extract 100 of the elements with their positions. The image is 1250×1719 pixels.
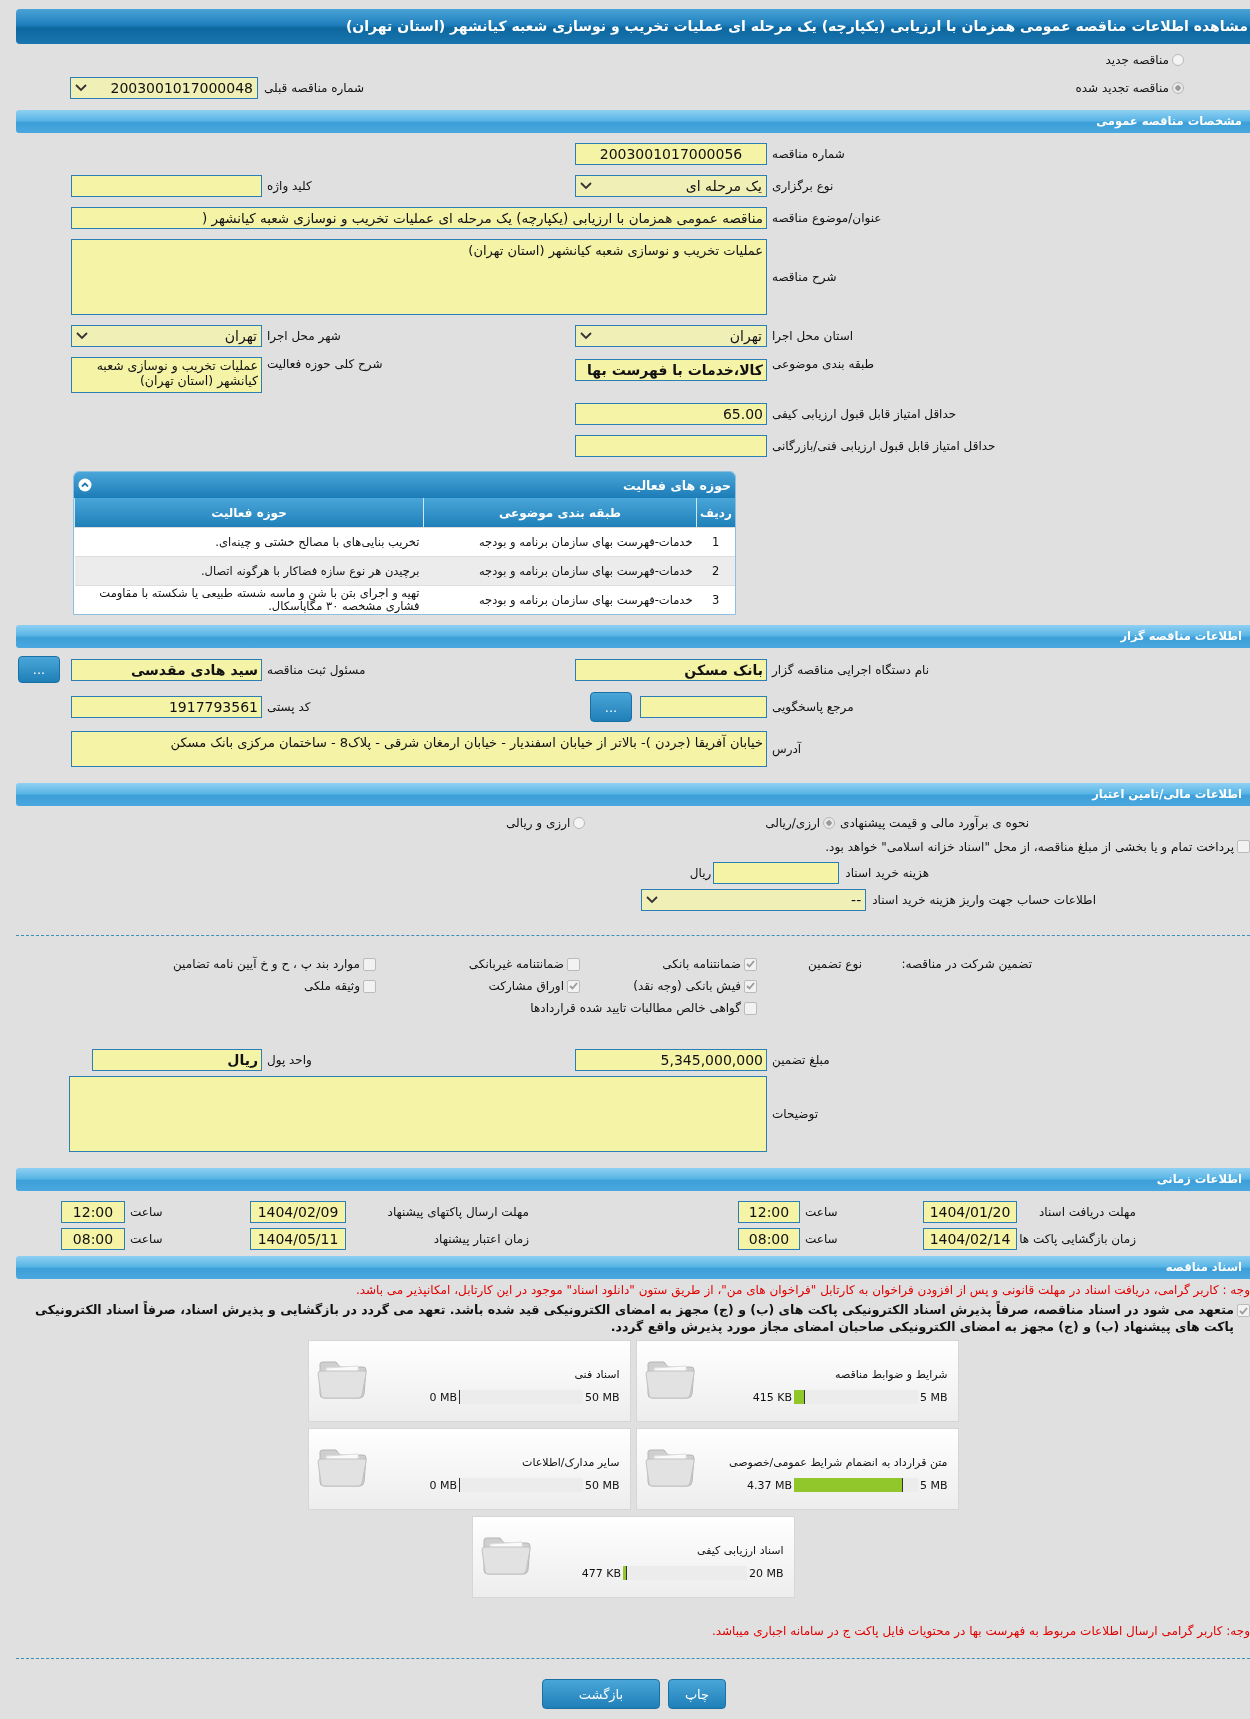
window-title: مشاهده اطلاعات مناقصه عمومی همزمان با ارزیابی (یکپارچه) یک مرحله ای عملیات تخریب و نوسازی شعبه کیانشهر (استان تهران)	[16, 9, 1250, 44]
back-button[interactable]: بازگشت	[542, 1679, 660, 1709]
radio-label: ارزی و ریالی	[506, 816, 571, 830]
text-field[interactable]	[713, 861, 840, 884]
text-field[interactable]: 1917793561	[71, 696, 262, 718]
checkbox[interactable]	[567, 957, 580, 971]
text-field[interactable]	[640, 696, 767, 718]
print-button[interactable]: چاپ	[668, 1679, 726, 1709]
text-field[interactable]: سید هادی مقدسی	[71, 658, 262, 681]
column-header: حوزه فعالیت	[74, 498, 424, 528]
checkbox-label: ضمانتنامه غیربانکی	[468, 957, 564, 971]
dropdown[interactable]: تهران	[71, 325, 262, 347]
file-title: متن قرارداد به انضمام شرایط عمومی/خصوصی	[729, 1456, 948, 1469]
checkbox[interactable]	[744, 1001, 757, 1015]
checkbox[interactable]	[1237, 840, 1250, 853]
radio-button[interactable]	[823, 817, 836, 829]
size-used: 4.37 MB	[746, 1478, 792, 1492]
field-label: مبلغ تضمین	[772, 1053, 830, 1067]
field-label: هزینه خرید اسناد	[845, 865, 929, 880]
field-label: حداقل امتیاز قابل قبول ارزیابی کیفی	[772, 407, 957, 421]
section-header: اطلاعات مالی/تامین اعتبار	[16, 783, 1250, 806]
field-label: مهلت ارسال پاکتهای پیشنهاد	[387, 1205, 529, 1219]
text-field[interactable]: 12:00	[61, 1201, 125, 1223]
text-field[interactable]: 12:00	[738, 1201, 800, 1223]
radio-button[interactable]	[1172, 54, 1184, 66]
size-used: 0 MB	[429, 1390, 457, 1404]
field-label: نوع برگزاری	[772, 179, 834, 193]
text-area[interactable]: عملیات تخریب و نوسازی شعبه کیانشهر (استان تهران)	[71, 239, 767, 315]
section-header: اسناد مناقصه	[16, 1256, 1250, 1279]
text-field[interactable]: 1404/01/20	[923, 1201, 1017, 1223]
checkbox[interactable]	[363, 957, 376, 971]
browse-button[interactable]: ...	[590, 692, 632, 722]
size-used: 0 MB	[429, 1478, 457, 1492]
field-label: استان محل اجرا	[772, 329, 854, 343]
text-field[interactable]: 1404/05/11	[250, 1228, 346, 1250]
text-area[interactable]	[69, 1076, 767, 1152]
dropdown[interactable]: --	[641, 888, 867, 911]
text-field[interactable]: کالا،خدمات با فهرست بها	[575, 359, 767, 381]
text-field[interactable]: 65.00	[575, 403, 767, 425]
section-header: مشخصات مناقصه عمومی	[16, 110, 1250, 133]
field-label: شماره مناقصه	[772, 147, 845, 161]
text-area[interactable]: عملیات تخریب و نوسازی شعبه کیانشهر (استان تهران)	[71, 357, 262, 393]
field-label: کلید واژه	[267, 179, 312, 193]
field-label: کد پستی	[267, 700, 311, 714]
file-title: شرایط و ضوابط مناقصه	[835, 1368, 948, 1381]
radio-label: ارزی/ریالی	[765, 816, 821, 830]
caret-icon	[580, 332, 592, 340]
field-label: مهلت دریافت اسناد	[1039, 1205, 1136, 1219]
text-field[interactable]: 1404/02/14	[923, 1228, 1017, 1250]
dropdown[interactable]: 2003001017000048	[70, 77, 258, 99]
text-field[interactable]: 08:00	[61, 1228, 125, 1250]
checkbox[interactable]	[1237, 1304, 1250, 1317]
table-cell: 2	[696, 556, 735, 586]
panel-title: حوزه های فعالیت	[623, 477, 731, 493]
radio-button[interactable]	[1172, 82, 1184, 94]
table-cell: تهیه و اجرای بتن با شن و ماسه شسته طبیعی یا شکسته با مقاومت فشاری مشخصه ۳۰ مگاپاسکال.	[74, 585, 424, 614]
size-limit: 50 MB	[584, 1390, 620, 1404]
size-used: 415 KB	[752, 1390, 792, 1404]
checkbox[interactable]	[567, 979, 580, 993]
field-label: حداقل امتیاز قابل قبول ارزیابی فنی/بازرگانی	[772, 439, 996, 453]
checkbox-label: گواهی خالص مطالبات تایید شده قراردادها	[530, 1001, 741, 1015]
text-field[interactable]: ریال	[92, 1049, 262, 1071]
checkbox[interactable]	[744, 979, 757, 993]
text-field[interactable]: 5,345,000,000	[575, 1049, 767, 1071]
file-title: سایر مدارک/اطلاعات	[522, 1456, 620, 1469]
browse-button[interactable]: ...	[18, 656, 60, 683]
dropdown[interactable]: تهران	[575, 325, 767, 347]
unit-label: ریال	[689, 865, 712, 880]
text-field[interactable]: 08:00	[738, 1228, 800, 1250]
checkbox[interactable]	[744, 957, 757, 971]
field-label: طبقه بندی موضوعی	[772, 357, 875, 371]
text-field[interactable]: مناقصه عمومی همزمان با ارزیابی (یکپارچه) یک مرحله ای عملیات تخریب و نوسازی شعبه کیانشهر (	[71, 207, 767, 229]
text-field[interactable]: بانک مسکن	[575, 658, 767, 681]
text-field[interactable]: 1404/02/09	[250, 1201, 346, 1223]
size-used: 477 KB	[581, 1566, 621, 1580]
size-limit: 5 MB	[919, 1478, 948, 1492]
column-header: طبقه بندی موضوعی	[423, 498, 697, 528]
notice-text: وجه : کاربر گرامی، دریافت اسناد در مهلت قانونی و پس از افزودن فراخوان به کارتابل "فراخوان های من"، از طریق ستون "دانلود اسناد" موجود در این کارتابل، امکانپذیر می باشد.	[354, 1283, 1250, 1297]
section-header: اطلاعات زمانی	[16, 1168, 1250, 1191]
collapse-icon[interactable]	[78, 478, 92, 492]
checkbox[interactable]	[363, 979, 376, 993]
field-label: ساعت	[805, 1205, 838, 1219]
text-field[interactable]: 2003001017000056	[575, 143, 767, 165]
field-label: عنوان/موضوع مناقصه	[772, 211, 882, 225]
radio-button[interactable]	[573, 817, 586, 829]
table-cell: 3	[696, 585, 735, 614]
dropdown[interactable]: یک مرحله ای	[575, 175, 767, 197]
text-area[interactable]: خیابان آفریقا (جردن )- بالاتر از خیابان اسفندیار - خیابان ارمغان شرقی - پلاک8 - ساختمان مرکزی بانک مسکن	[71, 731, 767, 767]
field-label: اطلاعات حساب جهت واریز هزینه خرید اسناد	[872, 892, 1096, 907]
radio-label: مناقصه تجدید شده	[1075, 81, 1169, 95]
field-label: شماره مناقصه قبلی	[264, 81, 364, 95]
field-label: توضیحات	[772, 1107, 819, 1121]
table-cell: برچیدن هر نوع سازه فضاکار با هرگونه اتصال.	[74, 556, 424, 586]
text-field[interactable]	[71, 175, 262, 197]
table-cell: خدمات-فهرست بهای سازمان برنامه و بودجه	[423, 556, 697, 586]
text-field[interactable]	[575, 435, 767, 457]
section-header: اطلاعات مناقصه گزار	[16, 625, 1250, 648]
checkbox-label: ضمانتنامه بانکی	[662, 957, 741, 971]
size-limit: 5 MB	[919, 1390, 948, 1404]
field-label: ساعت	[805, 1232, 838, 1246]
